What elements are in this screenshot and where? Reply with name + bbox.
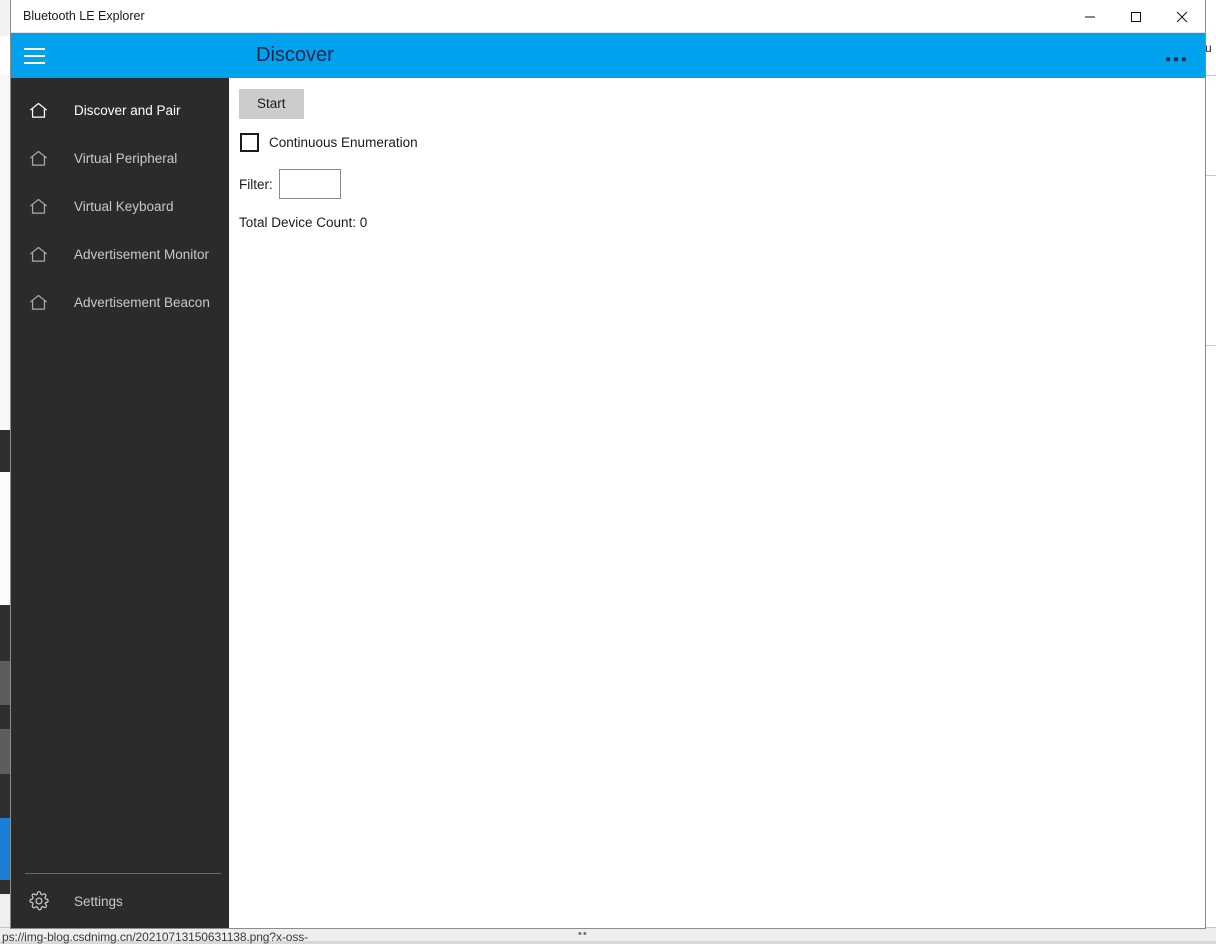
continuous-enumeration-label: Continuous Enumeration [269, 135, 418, 150]
sidebar-item-label: Settings [61, 894, 123, 909]
navigation-items: Discover and Pair Virtual Peripheral [11, 78, 229, 326]
filter-label: Filter: [239, 177, 273, 192]
sidebar-item-virtual-keyboard[interactable]: Virtual Keyboard [11, 182, 229, 230]
page-title: Discover [256, 44, 334, 67]
ellipsis-icon: ••• [1165, 51, 1189, 68]
sidebar-item-discover-and-pair[interactable]: Discover and Pair [11, 86, 229, 134]
home-icon [16, 196, 61, 217]
content-pane: Start Continuous Enumeration Filter: Tot… [229, 78, 1205, 928]
home-icon [16, 148, 61, 169]
sidebar-item-label: Virtual Keyboard [61, 199, 174, 214]
home-icon [16, 292, 61, 313]
hamburger-icon-line-3 [24, 62, 45, 64]
title-bar[interactable]: Bluetooth LE Explorer [11, 0, 1205, 33]
home-icon [16, 244, 61, 265]
navigation-pane: Discover and Pair Virtual Peripheral [11, 78, 229, 928]
sidebar-item-virtual-peripheral[interactable]: Virtual Peripheral [11, 134, 229, 182]
hamburger-icon-line-1 [24, 48, 45, 50]
sidebar-item-label: Discover and Pair [61, 103, 181, 118]
minimize-button[interactable] [1067, 0, 1113, 33]
app-window: Bluetooth LE Explorer [10, 0, 1206, 929]
filter-row: Filter: [239, 169, 1205, 199]
close-icon [1176, 11, 1188, 23]
sidebar-item-advertisement-beacon[interactable]: Advertisement Beacon [11, 278, 229, 326]
more-options-button[interactable]: ••• [1157, 33, 1197, 78]
home-icon [16, 100, 61, 121]
window-controls [1067, 0, 1205, 33]
continuous-enumeration-row: Continuous Enumeration [239, 133, 1205, 152]
window-title: Bluetooth LE Explorer [11, 9, 145, 23]
main-body: Discover and Pair Virtual Peripheral [11, 78, 1205, 928]
maximize-button[interactable] [1113, 0, 1159, 33]
continuous-enumeration-checkbox[interactable] [240, 133, 259, 152]
navigation-spacer [11, 326, 229, 873]
maximize-icon [1130, 11, 1142, 23]
minimize-icon [1084, 11, 1096, 23]
bg-bottom-dots: •• [578, 928, 588, 940]
sidebar-item-advertisement-monitor[interactable]: Advertisement Monitor [11, 230, 229, 278]
bg-right-text: u [1205, 41, 1212, 55]
sidebar-item-label: Advertisement Beacon [61, 295, 210, 310]
bg-bottom-url-text: ps://img-blog.csdnimg.cn/202107131506311… [2, 930, 308, 944]
hamburger-menu-button[interactable] [11, 33, 58, 78]
filter-input[interactable] [279, 169, 341, 199]
hamburger-icon-line-2 [24, 55, 45, 57]
gear-icon [16, 890, 61, 912]
sidebar-item-label: Virtual Peripheral [61, 151, 177, 166]
sidebar-item-label: Advertisement Monitor [61, 247, 209, 262]
command-bar: Discover ••• [11, 33, 1205, 78]
start-button[interactable]: Start [239, 89, 304, 119]
close-button[interactable] [1159, 0, 1205, 33]
sidebar-item-settings[interactable]: Settings [11, 874, 229, 928]
total-device-count: Total Device Count: 0 [239, 215, 1205, 230]
